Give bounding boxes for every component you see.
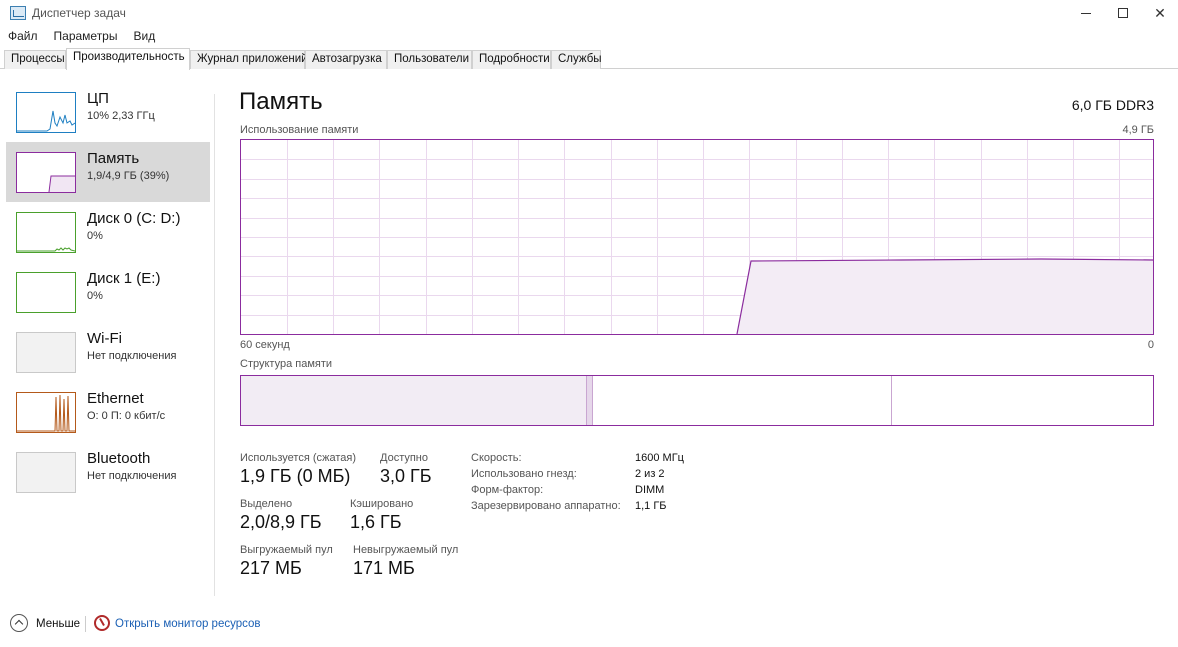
sidebar-item-ethernet[interactable]: Ethernet О: 0 П: 0 кбит/с [6,382,210,442]
sidebar-bluetooth-title: Bluetooth [87,450,151,467]
sidebar-disk0-title: Диск 0 (C: D:) [87,210,181,227]
sidebar-ethernet-title: Ethernet [87,390,144,407]
sidebar-item-memory[interactable]: Память 1,9/4,9 ГБ (39%) [6,142,210,202]
composition-modified [587,376,593,425]
disk0-thumbnail [16,212,76,253]
composition-label: Структура памяти [240,358,333,370]
speed-value: 1600 МГц [635,452,684,464]
sidebar-ethernet-sub: О: 0 П: 0 кбит/с [87,410,166,422]
sidebar-disk0-sub: 0% [87,230,103,242]
speed-label: Скорость: [471,452,522,464]
sidebar-item-disk0[interactable]: Диск 0 (C: D:) 0% [6,202,210,262]
maximize-button[interactable] [1104,0,1142,26]
paged-pool-value: 217 МБ [240,558,302,578]
cpu-sparkline [17,110,75,132]
composition-in-use [241,376,587,425]
sidebar-memory-title: Память [87,150,140,167]
form-factor-value: DIMM [635,484,665,496]
tab-processes[interactable]: Процессы [4,50,66,69]
window-title: Диспетчер задач [32,6,126,20]
sidebar-divider [214,94,215,596]
sidebar-item-cpu[interactable]: ЦП 10% 2,33 ГГц [6,82,210,142]
memory-usage-graph [240,139,1154,335]
wifi-thumbnail [16,332,76,373]
graph-time-left: 60 секунд [240,339,290,351]
committed-label: Выделено [240,498,293,510]
hardware-reserved-value: 1,1 ГБ [635,500,667,512]
tab-strip: Процессы Производительность Журнал прило… [0,48,1178,70]
sidebar-disk1-title: Диск 1 (E:) [87,270,161,287]
in-use-value: 1,9 ГБ (0 МБ) [240,466,351,486]
available-value: 3,0 ГБ [380,466,432,486]
tab-services[interactable]: Службы [551,50,602,69]
nonpaged-pool-value: 171 МБ [353,558,415,578]
menu-bar: Файл Параметры Вид [0,27,163,45]
sidebar-item-bluetooth[interactable]: Bluetooth Нет подключения [6,442,210,502]
task-manager-app-icon [10,6,26,20]
memory-composition-bar [240,375,1154,426]
committed-value: 2,0/8,9 ГБ [240,512,322,532]
memory-sparkline [48,175,75,192]
usage-graph-label: Использование памяти [240,124,359,136]
disk1-thumbnail [16,272,76,313]
memory-spec: 6,0 ГБ DDR3 [1071,97,1154,113]
usage-graph-max: 4,9 ГБ [1122,124,1154,136]
cpu-thumbnail [16,92,76,133]
footer-bar: Меньше Открыть монитор ресурсов [0,612,1178,638]
hardware-reserved-label: Зарезервировано аппаратно: [471,500,621,512]
tab-performance[interactable]: Производительность [66,48,190,70]
tab-startup[interactable]: Автозагрузка [305,50,387,69]
in-use-label: Используется (сжатая) [240,452,357,464]
sidebar-bluetooth-sub: Нет подключения [87,470,177,482]
maximize-icon [1118,8,1128,18]
ethernet-thumbnail [16,392,76,433]
close-icon: ✕ [1154,4,1166,21]
cached-value: 1,6 ГБ [350,512,402,532]
graph-time-right: 0 [1147,339,1154,351]
tab-app-history[interactable]: Журнал приложений [190,50,308,69]
menu-options[interactable]: Параметры [46,27,126,45]
fewer-details-button[interactable]: Меньше [36,618,80,630]
ethernet-sparkline [17,394,75,432]
title-bar: Диспетчер задач ✕ [0,0,1178,26]
memory-usage-chart [241,140,1153,334]
memory-thumbnail [16,152,76,193]
sidebar-item-disk1[interactable]: Диск 1 (E:) 0% [6,262,210,322]
bluetooth-thumbnail [16,452,76,493]
chevron-up-icon[interactable] [10,614,28,632]
slots-label: Использовано гнезд: [471,468,577,480]
sidebar-memory-sub: 1,9/4,9 ГБ (39%) [87,170,170,182]
minimize-button[interactable] [1067,0,1105,26]
menu-file[interactable]: Файл [0,27,46,45]
page-title: Память [239,88,323,115]
sidebar-wifi-title: Wi-Fi [87,330,122,347]
usage-area [737,259,1153,334]
open-resource-monitor-link[interactable]: Открыть монитор ресурсов [115,618,261,630]
cached-label: Кэшировано [350,498,414,510]
form-factor-label: Форм-фактор: [471,484,544,496]
slots-value: 2 из 2 [635,468,665,480]
sidebar-cpu-sub: 10% 2,33 ГГц [87,110,155,122]
menu-view[interactable]: Вид [125,27,163,45]
composition-standby-divider [891,376,892,425]
resource-monitor-icon[interactable] [94,615,110,631]
available-label: Доступно [380,452,429,464]
disk0-sparkline [17,247,75,252]
footer-divider [85,616,86,632]
nonpaged-pool-label: Невыгружаемый пул [353,544,459,556]
sidebar-cpu-title: ЦП [87,90,109,107]
paged-pool-label: Выгружаемый пул [240,544,333,556]
close-button[interactable]: ✕ [1141,0,1178,26]
minimize-icon [1081,12,1091,14]
sidebar-disk1-sub: 0% [87,290,103,302]
sidebar-item-wifi[interactable]: Wi-Fi Нет подключения [6,322,210,382]
tab-details[interactable]: Подробности [472,50,551,69]
tab-users[interactable]: Пользователи [387,50,472,69]
sidebar-wifi-sub: Нет подключения [87,350,177,362]
